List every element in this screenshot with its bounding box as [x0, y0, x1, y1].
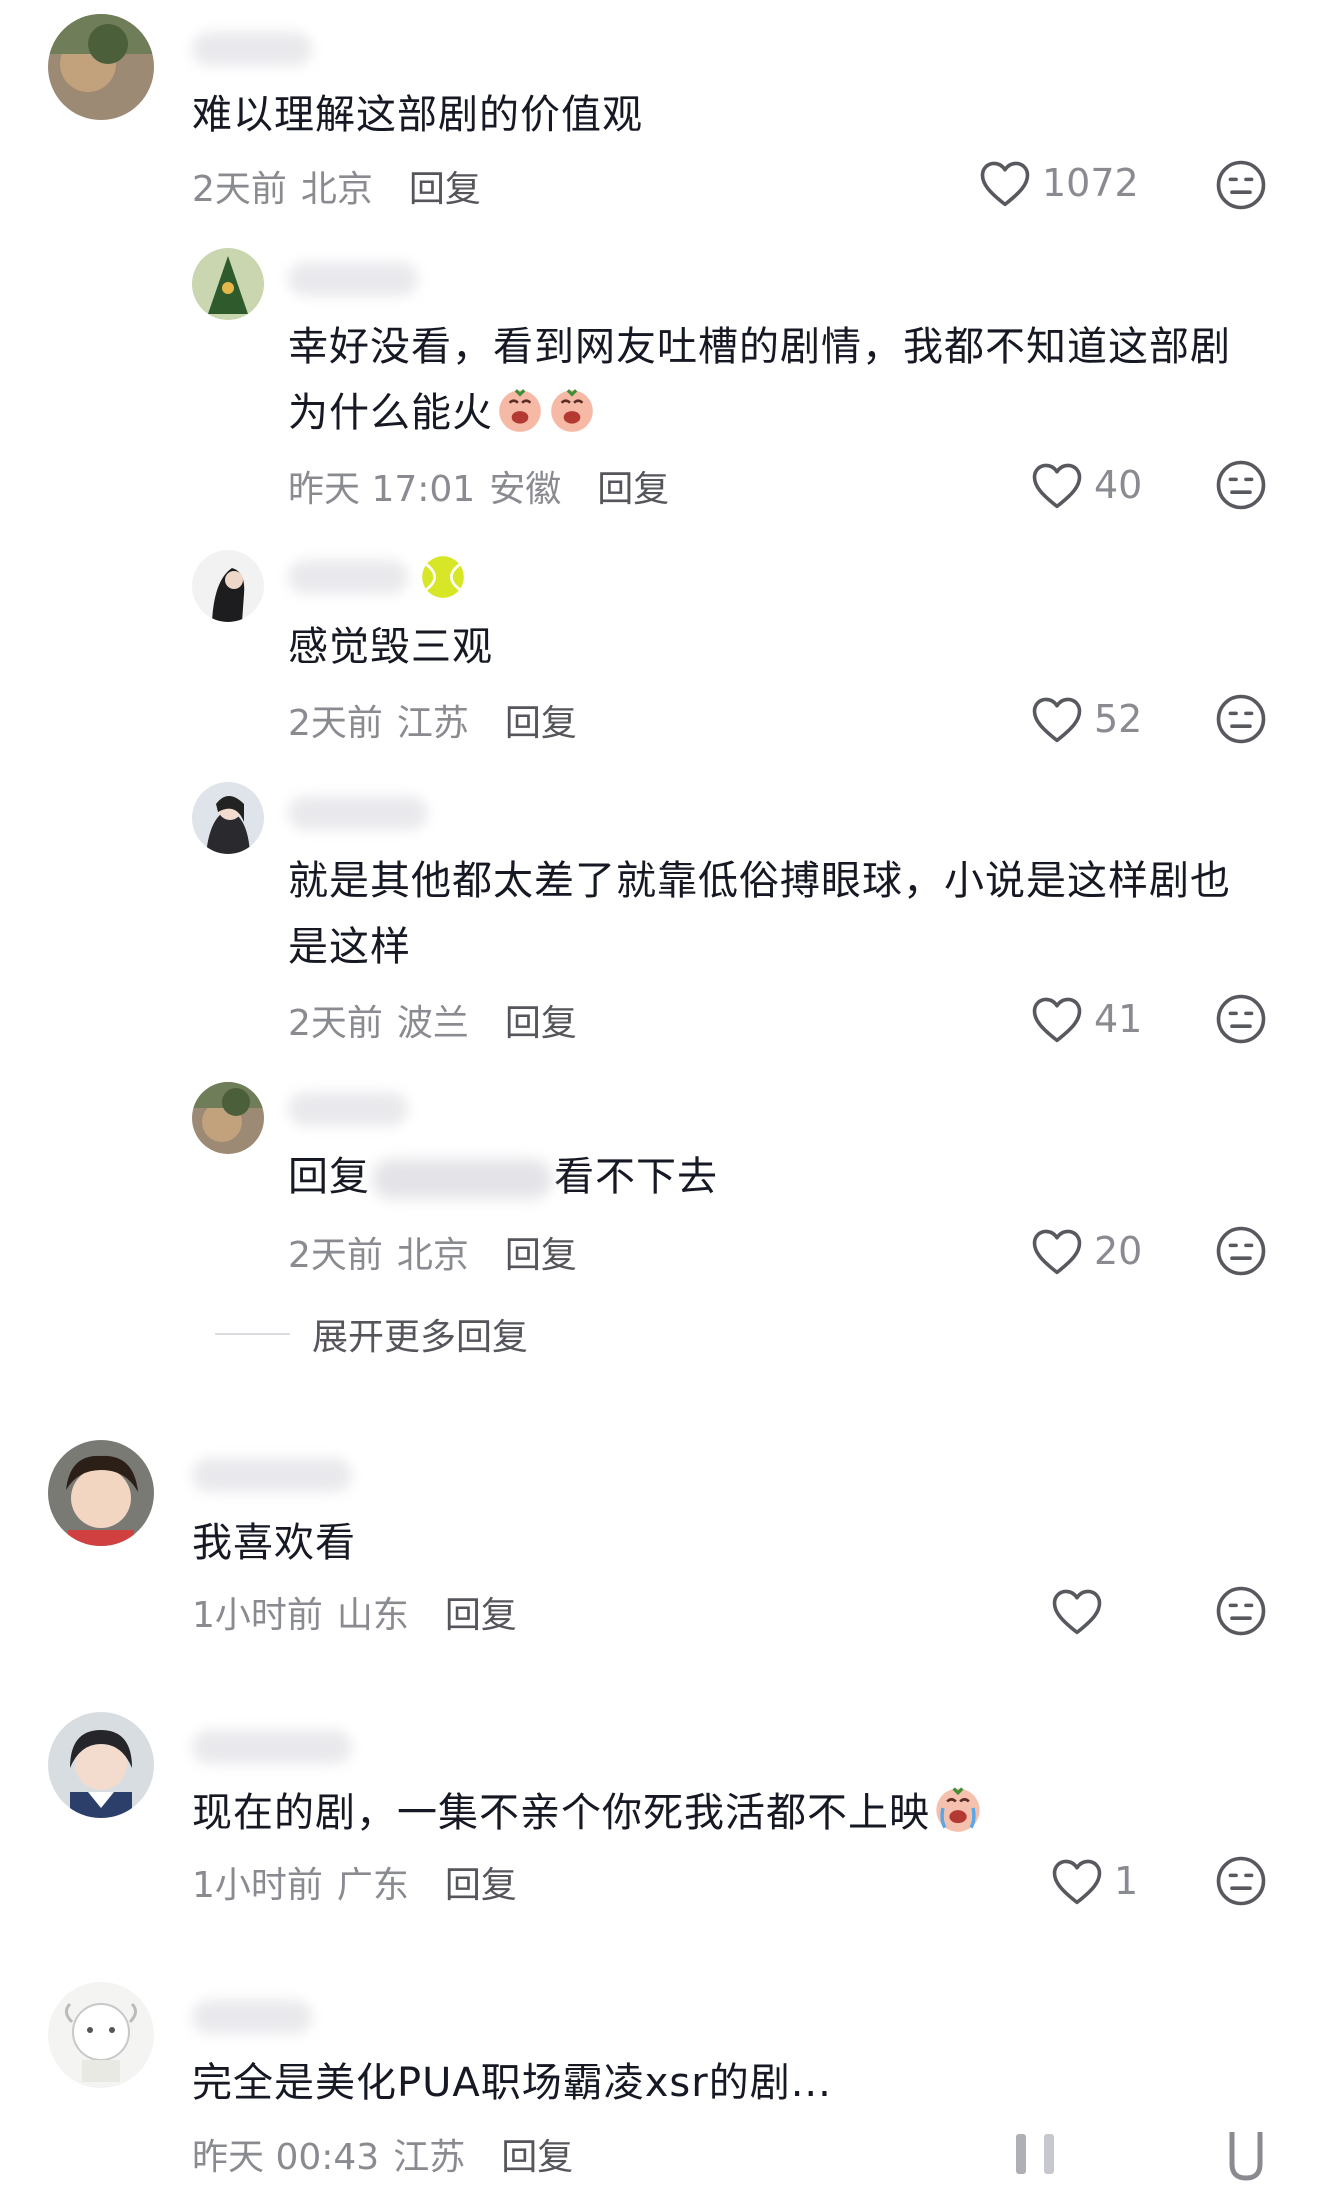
comment-meta: 2天前 波兰 回复 [288, 994, 577, 1046]
action-icons-partial [1010, 2124, 1270, 2188]
like-button[interactable]: 1072 [978, 158, 1139, 208]
reply-button[interactable]: 回复 [597, 469, 669, 510]
like-button[interactable]: 41 [1030, 994, 1142, 1044]
comment-time: 1小时前 [192, 1595, 323, 1636]
comment-location: 广东 [336, 1865, 409, 1906]
comment-time: 2天前 [192, 169, 287, 210]
expand-more-label: 展开更多回复 [312, 1317, 529, 1358]
comment-location: 江苏 [393, 2137, 466, 2178]
comment-location: 山东 [336, 1595, 409, 1636]
dislike-button[interactable] [1214, 692, 1268, 750]
heart-outline-icon [1052, 1589, 1102, 1635]
meh-face-icon [1216, 160, 1266, 210]
comment-meta: 昨天 00:43 江苏 回复 [192, 2128, 573, 2180]
comment-text: 回复 看不下去 [288, 1154, 718, 1200]
meh-face-icon [1216, 460, 1266, 510]
crying-emoji-icon [932, 1782, 984, 1854]
avatar[interactable] [48, 1982, 154, 2088]
dislike-button[interactable] [1214, 1584, 1268, 1642]
like-button[interactable]: 52 [1030, 694, 1142, 744]
like-button[interactable]: 40 [1030, 460, 1142, 510]
comment-location: 北京 [396, 1235, 469, 1276]
reply-button[interactable]: 回复 [445, 1865, 517, 1906]
expand-more-replies[interactable]: 展开更多回复 [215, 1308, 528, 1360]
heart-outline-icon [1032, 997, 1082, 1043]
comment-text: 现在的剧，一集不亲个你死我活都不上映 [192, 1780, 984, 1854]
like-button[interactable]: 20 [1030, 1226, 1142, 1276]
comment-location: 安徽 [489, 469, 562, 510]
reply-button[interactable]: 回复 [505, 703, 577, 744]
like-button[interactable]: 1 [1050, 1856, 1138, 1906]
crying-emoji-icon [495, 384, 545, 454]
comment-location: 波兰 [396, 1003, 469, 1044]
comment-time: 2天前 [288, 1003, 383, 1044]
comment-meta: 昨天 17:01 安徽 回复 [288, 460, 669, 512]
heart-outline-icon [1032, 1229, 1082, 1275]
like-count: 41 [1094, 997, 1143, 1041]
like-button[interactable] [1050, 1586, 1114, 1636]
username-redacted[interactable] [192, 1458, 352, 1492]
comment-text: 难以理解这部剧的价值观 [192, 92, 643, 138]
dislike-button[interactable] [1214, 1854, 1268, 1912]
comment-time: 2天前 [288, 703, 383, 744]
dislike-button[interactable] [1214, 1224, 1268, 1282]
comment-text: 完全是美化PUA职场霸凌xsr的剧... [192, 2060, 832, 2106]
avatar[interactable] [48, 1712, 154, 1818]
heart-outline-icon [1032, 697, 1082, 743]
username-redacted[interactable] [288, 1092, 408, 1126]
comment-location: 北京 [300, 169, 373, 210]
dislike-button[interactable] [1214, 158, 1268, 216]
avatar[interactable] [192, 782, 264, 854]
comment-meta: 2天前 江苏 回复 [288, 694, 577, 746]
comment-text: 我喜欢看 [192, 1520, 356, 1566]
heart-outline-icon [1052, 1859, 1102, 1905]
comment-text: 幸好没看，看到网友吐槽的剧情，我都不知道这部剧为什么能火 [288, 314, 1268, 454]
tennis-ball-icon [422, 556, 464, 598]
avatar[interactable] [48, 14, 154, 120]
avatar[interactable] [48, 1440, 154, 1546]
username-redacted[interactable] [192, 32, 312, 66]
meh-face-icon [1216, 1856, 1266, 1906]
like-count: 1 [1114, 1859, 1139, 1903]
comment-time: 2天前 [288, 1235, 383, 1276]
like-count: 1072 [1042, 161, 1139, 205]
meh-face-icon [1216, 1226, 1266, 1276]
mentioned-user-redacted[interactable] [372, 1159, 552, 1199]
username-redacted[interactable] [288, 560, 408, 594]
username-redacted[interactable] [192, 1730, 352, 1764]
comment-time: 1小时前 [192, 1865, 323, 1906]
crying-emoji-icon [547, 384, 597, 454]
like-count: 20 [1094, 1229, 1143, 1273]
username-redacted[interactable] [288, 796, 428, 830]
meh-face-icon [1216, 694, 1266, 744]
comment-time: 昨天 17:01 [288, 469, 476, 510]
username-redacted[interactable] [288, 262, 418, 296]
dislike-button[interactable] [1214, 458, 1268, 516]
username-redacted[interactable] [192, 2000, 312, 2034]
comment-meta: 2天前 北京 回复 [288, 1226, 577, 1278]
meh-face-icon [1216, 994, 1266, 1044]
avatar[interactable] [192, 248, 264, 320]
reply-button[interactable]: 回复 [505, 1235, 577, 1276]
meh-face-icon [1216, 1586, 1266, 1636]
reply-button[interactable]: 回复 [501, 2137, 573, 2178]
reply-button[interactable]: 回复 [409, 169, 481, 210]
avatar[interactable] [192, 1082, 264, 1154]
comment-meta: 1小时前 广东 回复 [192, 1856, 517, 1908]
like-count: 40 [1094, 463, 1143, 507]
comment-meta: 2天前 北京 回复 [192, 160, 481, 212]
heart-outline-icon [1032, 463, 1082, 509]
reply-button[interactable]: 回复 [445, 1595, 517, 1636]
reply-button[interactable]: 回复 [505, 1003, 577, 1044]
comment-meta: 1小时前 山东 回复 [192, 1586, 517, 1638]
comment-text: 感觉毁三观 [288, 624, 493, 670]
heart-outline-icon [980, 161, 1030, 207]
avatar[interactable] [192, 550, 264, 622]
comment-text: 就是其他都太差了就靠低俗搏眼球，小说是这样剧也是这样 [288, 858, 1231, 970]
dislike-button[interactable] [1214, 992, 1268, 1050]
like-count: 52 [1094, 697, 1143, 741]
comment-time: 昨天 00:43 [192, 2137, 380, 2178]
divider [215, 1333, 290, 1335]
comment-location: 江苏 [396, 703, 469, 744]
